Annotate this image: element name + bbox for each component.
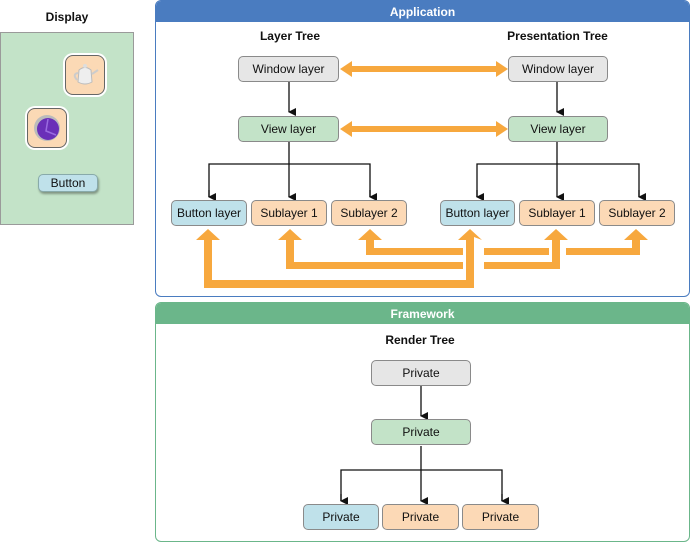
sync-arrow-window: [340, 61, 508, 77]
sync-arrow-button: [196, 229, 482, 288]
render-tree-child-node-1[interactable]: Private: [303, 504, 379, 530]
edge: [476, 163, 640, 197]
sync-arrow-sublayer2-mid: [484, 248, 549, 255]
layer-tree-button-node[interactable]: Button layer: [171, 200, 247, 226]
sync-arrow-sublayer2-right: [566, 229, 648, 255]
layer-tree-sublayer1-node[interactable]: Sublayer 1: [251, 200, 327, 226]
presentation-tree-sublayer1-node[interactable]: Sublayer 1: [519, 200, 595, 226]
presentation-tree-sublayer2-node[interactable]: Sublayer 2: [599, 200, 675, 226]
presentation-tree-button-node[interactable]: Button layer: [440, 200, 515, 226]
sync-arrow-sublayer2: [358, 229, 463, 255]
layer-tree-view-node[interactable]: View layer: [238, 116, 339, 142]
render-tree-child-node-2[interactable]: Private: [382, 504, 459, 530]
render-tree-title: Render Tree: [385, 333, 455, 347]
layer-tree-window-node[interactable]: Window layer: [238, 56, 339, 82]
render-tree-child-node-3[interactable]: Private: [462, 504, 539, 530]
presentation-tree-window-node[interactable]: Window layer: [508, 56, 608, 82]
render-tree-mid-node[interactable]: Private: [371, 419, 471, 445]
presentation-tree-view-node[interactable]: View layer: [508, 116, 608, 142]
sync-arrow-view: [340, 121, 508, 137]
render-tree-root-node[interactable]: Private: [371, 360, 471, 386]
layer-tree-sublayer2-node[interactable]: Sublayer 2: [331, 200, 407, 226]
framework-header: Framework: [156, 303, 689, 324]
